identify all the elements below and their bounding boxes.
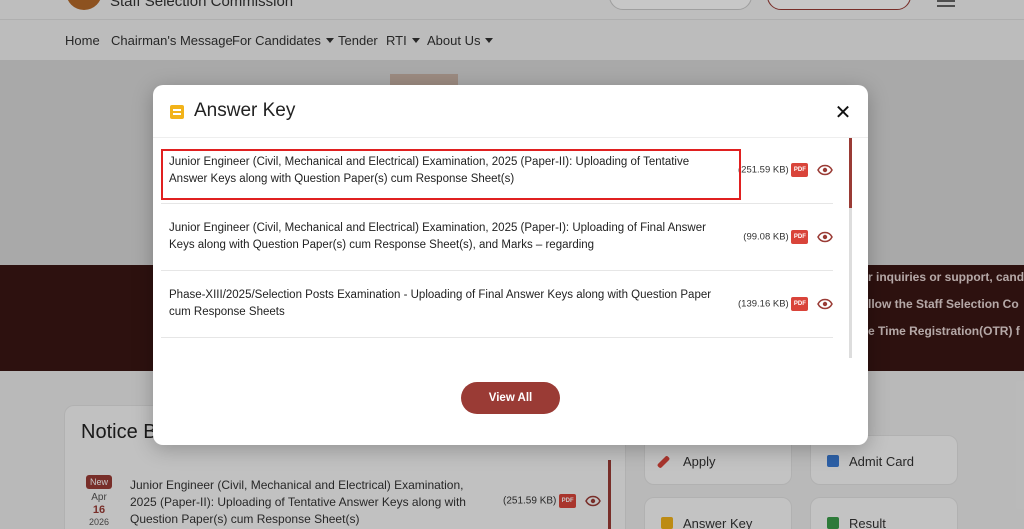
file-size: (139.16 KB) xyxy=(738,298,789,310)
close-icon[interactable]: ✕ xyxy=(832,102,854,124)
eye-icon[interactable] xyxy=(817,231,833,243)
answer-key-link[interactable]: Junior Engineer (Civil, Mechanical and E… xyxy=(169,220,729,254)
eye-icon[interactable] xyxy=(817,164,833,176)
answer-key-meta: (99.08 KB) PDF xyxy=(743,230,833,244)
pdf-icon[interactable]: PDF xyxy=(791,297,809,311)
answer-key-row: Junior Engineer (Civil, Mechanical and E… xyxy=(161,205,833,271)
view-all-button[interactable]: View All xyxy=(461,382,560,414)
pdf-icon[interactable]: PDF xyxy=(791,230,809,244)
file-size: (99.08 KB) xyxy=(743,231,789,243)
modal-title: Answer Key xyxy=(194,100,296,121)
modal-scrollbar-thumb[interactable] xyxy=(849,138,852,208)
answer-key-meta: (139.16 KB) PDF xyxy=(738,297,833,311)
answer-key-meta: (251.59 KB) PDF xyxy=(738,163,833,177)
answer-key-row: Phase-XIII/2025/Selection Posts Examinat… xyxy=(161,272,833,338)
document-icon xyxy=(170,105,184,119)
pdf-icon[interactable]: PDF xyxy=(791,163,809,177)
answer-key-modal: Answer Key ✕ Junior Engineer (Civil, Mec… xyxy=(153,85,868,445)
highlight-box xyxy=(161,149,741,200)
eye-icon[interactable] xyxy=(817,298,833,310)
answer-key-link[interactable]: Phase-XIII/2025/Selection Posts Examinat… xyxy=(169,287,729,321)
file-size: (251.59 KB) xyxy=(738,164,789,176)
